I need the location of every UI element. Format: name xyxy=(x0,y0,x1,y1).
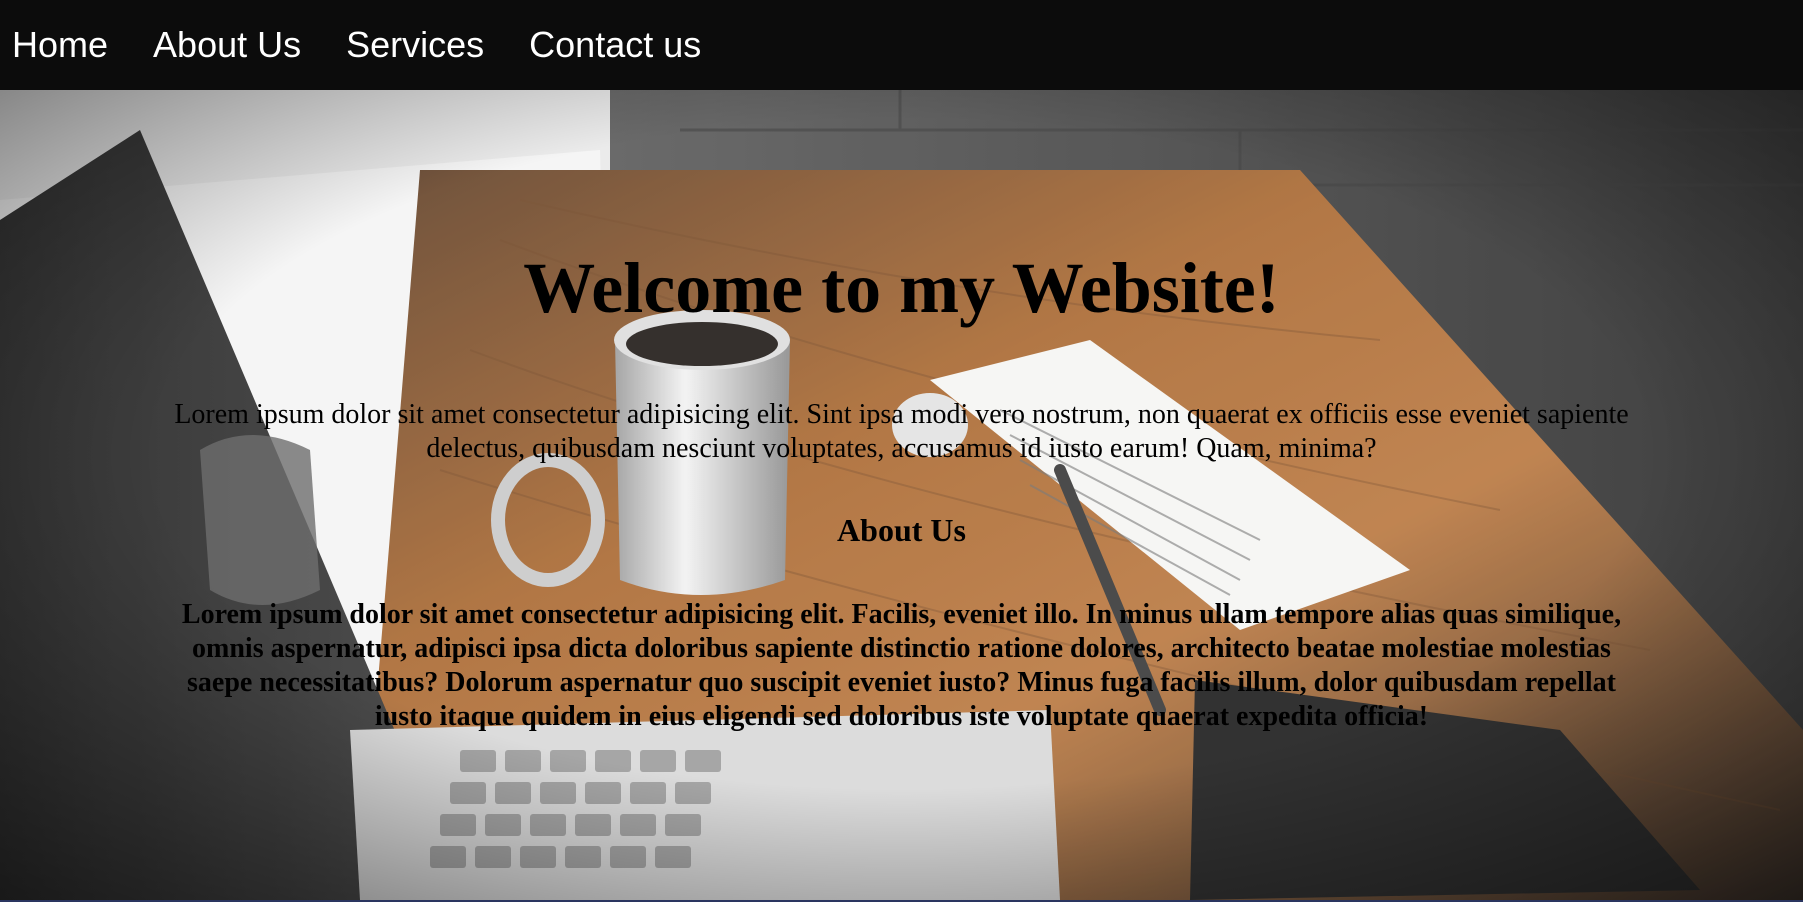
about-us-body-text: Lorem ipsum dolor sit amet consectetur a… xyxy=(181,599,1622,732)
nav-link-about-us[interactable]: About Us xyxy=(153,24,301,66)
hero-intro-text: Lorem ipsum dolor sit amet consectetur a… xyxy=(174,399,1629,464)
hero-section: Welcome to my Website! Lorem ipsum dolor… xyxy=(0,90,1803,900)
about-us-heading: About Us xyxy=(837,512,966,548)
nav-link-services[interactable]: Services xyxy=(346,24,484,66)
hero-content: Welcome to my Website! Lorem ipsum dolor… xyxy=(0,90,1803,900)
top-navbar: Home About Us Services Contact us xyxy=(0,0,1803,90)
nav-link-home[interactable]: Home xyxy=(12,24,108,66)
hero-title: Welcome to my Website! xyxy=(523,248,1280,328)
nav-link-contact-us[interactable]: Contact us xyxy=(529,24,701,66)
